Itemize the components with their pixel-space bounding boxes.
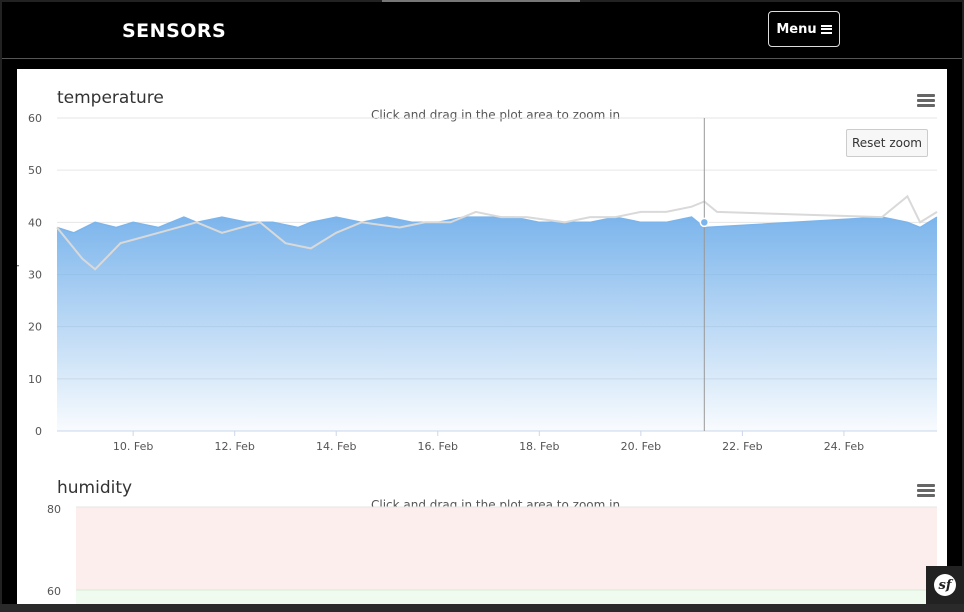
temperature-y-tick: 20	[28, 321, 42, 334]
menu-button[interactable]: Menu	[768, 11, 840, 47]
symfony-icon: sf	[934, 574, 956, 596]
temperature-y-tick: 60	[28, 112, 42, 125]
temperature-x-tick: 24. Feb	[824, 440, 864, 453]
temperature-x-tick: 22. Feb	[722, 440, 762, 453]
temperature-x-tick: 14. Feb	[316, 440, 356, 453]
temperature-chart[interactable]: 0 10 20 30 40 50 60 10. Feb 12. Feb 14. Feb 16. F…	[17, 69, 947, 459]
temperature-x-tick: 16. Feb	[418, 440, 458, 453]
charts-container: temperature Click and drag in the plot a…	[17, 69, 947, 604]
temperature-x-tick: 12. Feb	[214, 440, 254, 453]
menu-button-label: Menu	[776, 21, 817, 37]
humidity-y-tick: 60	[47, 585, 61, 598]
humidity-y-tick: 80	[47, 503, 61, 516]
bottom-bar	[0, 604, 964, 612]
temperature-x-tick: 20. Feb	[621, 440, 661, 453]
navbar: SENSORS Menu	[2, 2, 962, 59]
temperature-y-tick: 10	[28, 373, 42, 386]
temperature-y-tick: 0	[35, 425, 42, 438]
humidity-band-ok	[76, 590, 937, 604]
temperature-series-area	[57, 217, 937, 431]
temperature-y-tick: 50	[28, 164, 42, 177]
temperature-y-tick: 30	[28, 269, 42, 282]
temperature-highlight-point	[699, 217, 710, 228]
humidity-band-high	[76, 507, 937, 590]
humidity-chart[interactable]: 80 60	[17, 454, 947, 604]
temperature-y-axis-label: temperature	[17, 220, 20, 289]
temperature-x-tick: 10. Feb	[113, 440, 153, 453]
temperature-x-tick: 18. Feb	[519, 440, 559, 453]
symfony-toolbar-toggle[interactable]: sf	[926, 566, 964, 604]
brand-title[interactable]: SENSORS	[122, 20, 226, 42]
temperature-y-tick: 40	[28, 216, 42, 229]
hamburger-icon	[820, 24, 832, 34]
